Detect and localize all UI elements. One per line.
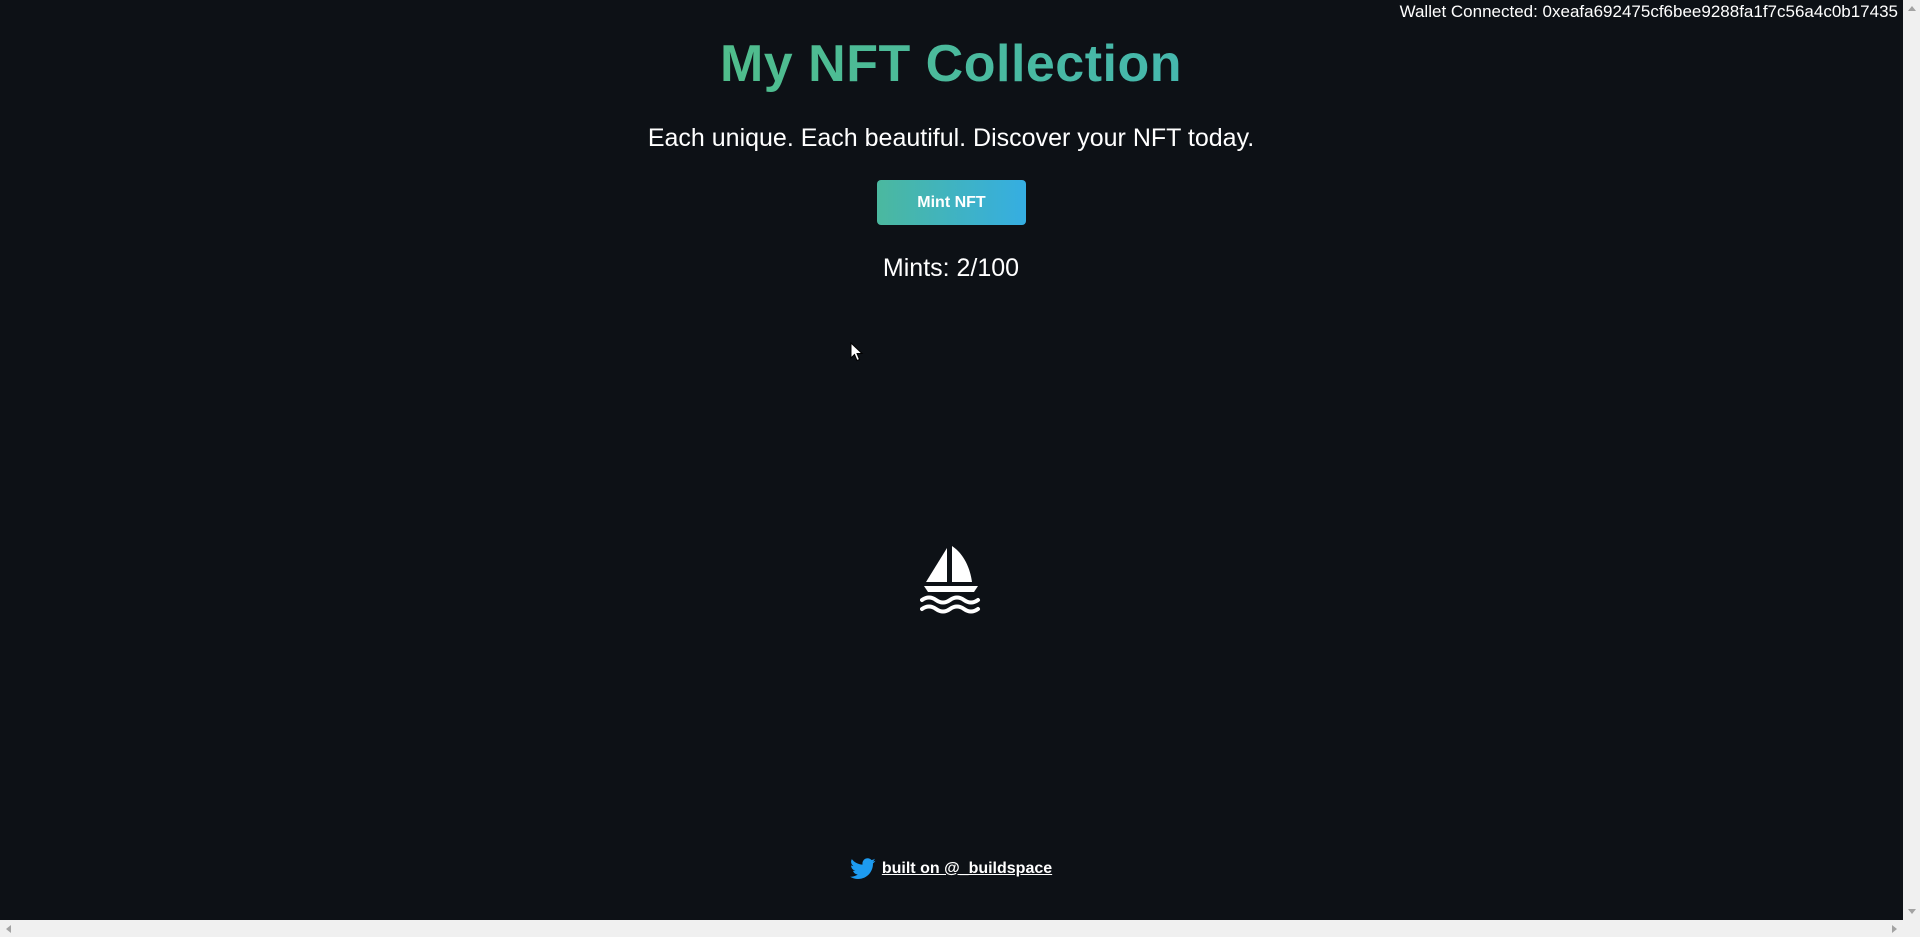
scroll-right-icon[interactable] (1892, 925, 1897, 933)
buildspace-link[interactable]: built on @_buildspace (882, 860, 1052, 878)
wallet-status: Wallet Connected: 0xeafa692475cf6bee9288… (1399, 2, 1898, 21)
mint-count: Mints: 2/100 (882, 254, 1020, 282)
vertical-scrollbar[interactable] (1903, 0, 1920, 920)
horizontal-scrollbar[interactable] (0, 920, 1920, 937)
opensea-link[interactable] (920, 546, 982, 614)
scroll-left-icon[interactable] (6, 925, 11, 933)
cursor-icon (850, 342, 864, 362)
footer: built on @_buildspace (0, 858, 1902, 880)
page-title: My NFT Collection (0, 34, 1902, 94)
scroll-up-icon[interactable] (1908, 6, 1916, 11)
page-subtitle: Each unique. Each beautiful. Discover yo… (647, 124, 1255, 152)
twitter-icon[interactable] (849, 858, 876, 880)
scroll-down-icon[interactable] (1908, 909, 1916, 914)
sailboat-icon (920, 546, 980, 614)
mint-nft-button[interactable]: Mint NFT (877, 180, 1026, 225)
